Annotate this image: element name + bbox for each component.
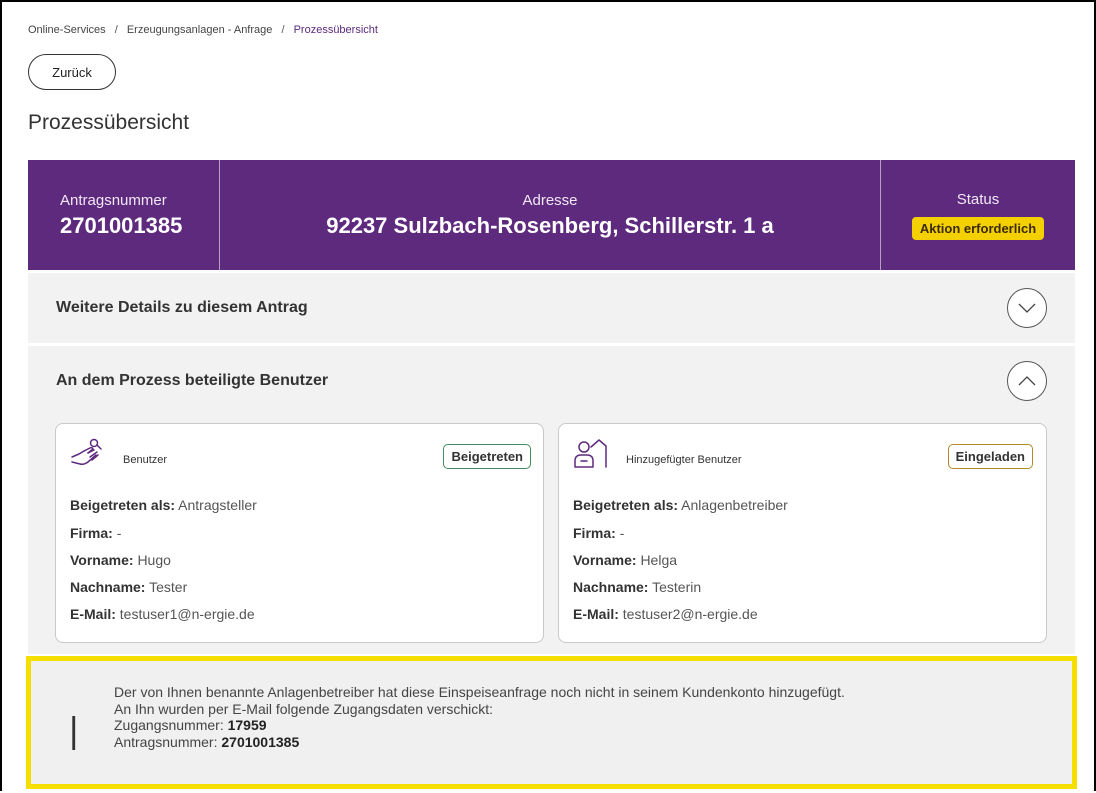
- field-last-name: Nachname: Testerin: [573, 579, 701, 595]
- field-label: Firma:: [70, 525, 113, 541]
- field-label: Vorname:: [70, 552, 134, 568]
- access-number-label: Zugangsnummer:: [114, 717, 224, 733]
- field-label: Beigetreten als:: [573, 497, 679, 513]
- accordion-users-title: An dem Prozess beteiligte Benutzer: [56, 372, 329, 389]
- field-label: Nachname:: [70, 579, 146, 595]
- field-label: Nachname:: [573, 579, 649, 595]
- field-company: Firma: -: [70, 525, 121, 541]
- field-last-name: Nachname: Tester: [70, 579, 187, 595]
- field-value: Antragsteller: [178, 497, 257, 513]
- invited-badge: Eingeladen: [947, 444, 1033, 469]
- breadcrumb: Online-Services / Erzeugungsanlagen - An…: [28, 24, 378, 36]
- access-number-line: Zugangsnummer: 17959: [114, 717, 845, 734]
- field-email: E-Mail: testuser1@n-ergie.de: [70, 606, 255, 622]
- request-number-label: Antragsnummer:: [114, 733, 218, 750]
- field-label: Beigetreten als:: [70, 497, 176, 513]
- user-role: Hinzugefügter Benutzer: [626, 454, 742, 466]
- chevron-down-icon[interactable]: [1007, 288, 1047, 328]
- request-number-label: Antragsnummer: [60, 191, 167, 209]
- breadcrumb-item-erzeugungsanlagen[interactable]: Erzeugungsanlagen - Anfrage: [127, 24, 273, 36]
- person-house-icon: [573, 437, 607, 469]
- field-value: -: [116, 525, 122, 541]
- request-number-value: 2701001385: [221, 733, 300, 750]
- back-button[interactable]: Zurück: [28, 54, 116, 90]
- accordion-users[interactable]: An dem Prozess beteiligte Benutzer: [28, 346, 1075, 416]
- field-first-name: Vorname: Helga: [573, 552, 677, 568]
- access-number-value: 17959: [227, 717, 267, 733]
- status-cell: Status Aktion erforderlich: [881, 160, 1075, 270]
- user-card: Hinzugefügter Benutzer Eingeladen Beiget…: [558, 423, 1047, 643]
- field-label: Firma:: [573, 525, 616, 541]
- address-label: Adresse: [522, 191, 578, 209]
- field-joined-as: Beigetreten als: Antragsteller: [70, 497, 257, 513]
- info-line: An Ihn wurden per E-Mail folgende Zugang…: [114, 700, 493, 717]
- status-badge: Aktion erforderlich: [911, 216, 1045, 240]
- joined-badge: Beigetreten: [443, 444, 531, 469]
- field-value: Helga: [640, 552, 678, 568]
- info-notice: | Der von Ihnen benannte Anlagenbetreibe…: [26, 656, 1077, 789]
- field-value: Tester: [149, 579, 188, 595]
- accordion-details-title: Weitere Details zu diesem Antrag: [56, 299, 308, 316]
- field-value: testuser1@n-ergie.de: [119, 606, 255, 622]
- field-label: Vorname:: [573, 552, 637, 568]
- field-label: E-Mail:: [573, 606, 619, 622]
- handshake-icon: [70, 437, 104, 469]
- user-card: Benutzer Beigetreten Beigetreten als: An…: [55, 423, 544, 643]
- info-text: Der von Ihnen benannte Anlagenbetreiber …: [114, 684, 845, 750]
- request-number-cell: Antragsnummer 2701001385: [28, 160, 220, 270]
- field-label: E-Mail:: [70, 606, 116, 622]
- field-company: Firma: -: [573, 525, 624, 541]
- info-line: Der von Ihnen benannte Anlagenbetreiber …: [114, 684, 845, 700]
- accordion-details[interactable]: Weitere Details zu diesem Antrag: [28, 273, 1075, 343]
- field-value: Hugo: [137, 552, 171, 568]
- field-first-name: Vorname: Hugo: [70, 552, 171, 568]
- field-value: Testerin: [652, 579, 702, 595]
- page-title: Prozessübersicht: [28, 111, 190, 134]
- request-number-value: 2701001385: [60, 212, 183, 238]
- address-value: 92237 Sulzbach-Rosenberg, Schillerstr. 1…: [326, 212, 774, 238]
- status-label: Status: [956, 190, 1000, 208]
- field-value: testuser2@n-ergie.de: [622, 606, 758, 622]
- request-header: Antragsnummer 2701001385 Adresse 92237 S…: [28, 160, 1075, 270]
- request-number-line: Antragsnummer: 2701001385: [114, 734, 845, 751]
- field-email: E-Mail: testuser2@n-ergie.de: [573, 606, 758, 622]
- breadcrumb-separator: /: [114, 24, 118, 36]
- breadcrumb-separator: /: [281, 24, 285, 36]
- field-joined-as: Beigetreten als: Anlagenbetreiber: [573, 497, 788, 513]
- breadcrumb-item-current: Prozessübersicht: [293, 24, 378, 36]
- breadcrumb-item-online-services[interactable]: Online-Services: [28, 24, 106, 36]
- address-cell: Adresse 92237 Sulzbach-Rosenberg, Schill…: [220, 160, 881, 270]
- info-icon: |: [68, 711, 80, 751]
- field-value: Anlagenbetreiber: [681, 497, 788, 513]
- user-role: Benutzer: [123, 454, 168, 466]
- field-value: -: [619, 525, 625, 541]
- chevron-up-icon[interactable]: [1007, 361, 1047, 401]
